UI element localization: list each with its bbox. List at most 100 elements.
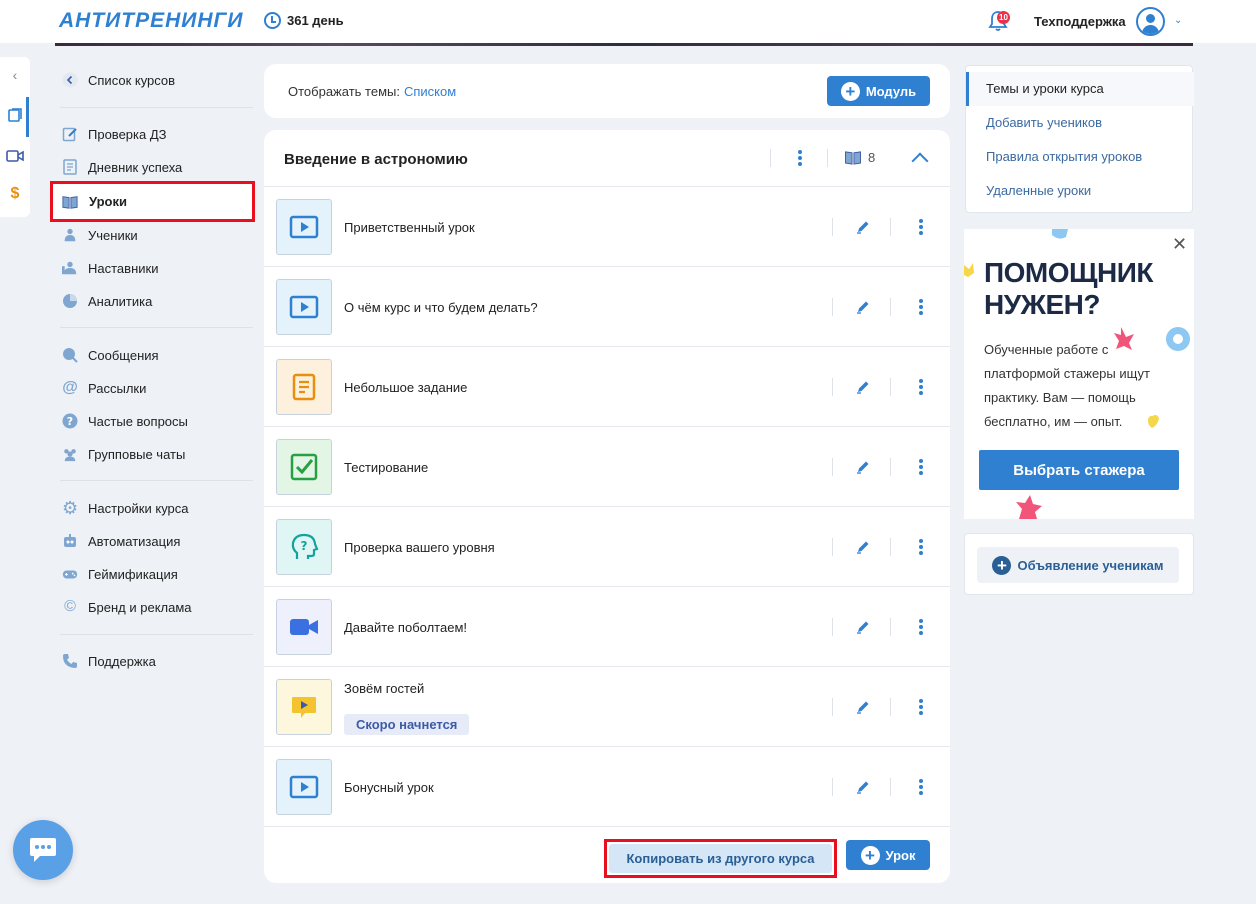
edit-icon[interactable] — [856, 780, 870, 794]
display-mode: Отображать темы: Списком — [288, 84, 456, 99]
nav-item-success-diary[interactable]: Дневник успеха — [50, 152, 255, 182]
chat-icon — [30, 838, 56, 862]
nav-item-support[interactable]: Поддержка — [50, 646, 255, 676]
mentors-icon — [62, 260, 78, 276]
lesson-row[interactable]: Небольшое задание — [264, 347, 950, 427]
gear-icon: ⚙ — [61, 497, 79, 518]
lesson-menu-icon[interactable] — [919, 459, 923, 475]
gamepad-icon — [62, 566, 78, 582]
nav-item-mentors[interactable]: Наставники — [50, 253, 255, 283]
back-to-courses[interactable]: Список курсов — [50, 65, 255, 95]
promo-text: Обученные работе с платформой стажеры ищ… — [984, 342, 1150, 429]
days-counter: 361 день — [264, 12, 344, 29]
video-icon[interactable] — [0, 149, 30, 166]
collapse-arrow-icon[interactable]: ‹ — [0, 67, 30, 83]
lesson-row[interactable]: ? Проверка вашего уровня — [264, 507, 950, 587]
nav-item-analytics[interactable]: Аналитика — [50, 286, 255, 316]
announcement-button[interactable]: + Объявление ученикам — [977, 547, 1179, 583]
announcement-card: + Объявление ученикам — [964, 533, 1194, 595]
choose-intern-button[interactable]: Выбрать стажера — [979, 450, 1179, 490]
lesson-menu-icon[interactable] — [919, 699, 923, 715]
lesson-row[interactable]: Бонусный урок — [264, 747, 950, 827]
svg-text:?: ? — [67, 415, 73, 428]
task-lesson-icon — [276, 359, 332, 415]
edit-icon[interactable] — [856, 540, 870, 554]
lesson-row[interactable]: Приветственный урок — [264, 187, 950, 267]
course-section-menu: Темы и уроки курса Добавить учеников Пра… — [965, 65, 1194, 213]
menu-item-add-students[interactable]: Добавить учеников — [986, 115, 1102, 130]
promo-banner: ✕ ПОМОЩНИК НУЖЕН? Обученные работе с пла… — [964, 229, 1194, 519]
svg-text:?: ? — [301, 539, 308, 553]
header-banner-strip — [55, 43, 1193, 46]
book-icon — [845, 151, 861, 165]
lesson-menu-icon[interactable] — [919, 779, 923, 795]
lesson-row[interactable]: Зовём гостей Скоро начнется — [264, 667, 950, 747]
promo-title-line2: НУЖЕН? — [984, 289, 1100, 320]
menu-item-deleted-lessons[interactable]: Удаленные уроки — [986, 183, 1091, 198]
lesson-menu-icon[interactable] — [919, 619, 923, 635]
nav-item-brand[interactable]: © Бренд и реклама — [50, 592, 255, 622]
menu-item-topics[interactable]: Темы и уроки курса — [986, 81, 1104, 96]
video-lesson-icon — [276, 199, 332, 255]
courses-icon[interactable] — [0, 107, 30, 126]
lesson-count: 8 — [844, 150, 875, 165]
close-icon[interactable]: ✕ — [1172, 234, 1187, 255]
module-menu-icon[interactable] — [798, 150, 802, 166]
edit-icon[interactable] — [856, 460, 870, 474]
nav-item-course-settings[interactable]: ⚙ Настройки курса — [50, 493, 255, 523]
edit-icon[interactable] — [856, 620, 870, 634]
chevron-left-icon — [62, 72, 78, 88]
add-module-button[interactable]: + Модуль — [827, 76, 930, 106]
question-icon: ? — [62, 413, 78, 429]
display-mode-select[interactable]: Списком — [404, 84, 456, 99]
plus-icon: + — [860, 845, 880, 865]
clock-icon — [264, 12, 281, 29]
lesson-menu-icon[interactable] — [919, 379, 923, 395]
nav-item-homework[interactable]: Проверка ДЗ — [50, 119, 255, 149]
nav-item-mailings[interactable]: @ Рассылки — [50, 373, 255, 403]
collapse-chevron-icon[interactable] — [911, 152, 929, 170]
copy-from-course-button[interactable]: Копировать из другого курса — [604, 839, 837, 878]
edit-icon[interactable] — [856, 300, 870, 314]
book-icon — [62, 194, 78, 210]
add-lesson-button[interactable]: + Урок — [846, 840, 930, 870]
lesson-menu-icon[interactable] — [919, 299, 923, 315]
lesson-row[interactable]: Тестирование — [264, 427, 950, 507]
lesson-row[interactable]: Давайте поболтаем! — [264, 587, 950, 667]
robot-icon — [62, 533, 78, 549]
lesson-row[interactable]: О чём курс и что будем делать? — [264, 267, 950, 347]
logo[interactable]: АНТИТРЕНИНГИ — [59, 9, 244, 33]
menu-item-open-rules[interactable]: Правила открытия уроков — [986, 149, 1142, 164]
chevron-down-icon[interactable]: ⌄ — [1174, 15, 1182, 26]
at-icon: @ — [62, 379, 78, 396]
avatar[interactable] — [1136, 7, 1165, 36]
lesson-menu-icon[interactable] — [919, 539, 923, 555]
nav-item-messages[interactable]: Сообщения — [50, 340, 255, 370]
edit-icon[interactable] — [856, 220, 870, 234]
nav-item-group-chats[interactable]: Групповые чаты — [50, 439, 255, 469]
messages-icon — [62, 347, 78, 363]
display-mode-label: Отображать темы: — [288, 84, 400, 99]
students-icon — [62, 227, 78, 243]
nav-item-faq[interactable]: ? Частые вопросы — [50, 406, 255, 436]
edit-icon[interactable] — [856, 380, 870, 394]
nav-item-lessons[interactable]: Уроки — [50, 181, 255, 222]
module-title[interactable]: Введение в астрономию — [284, 151, 468, 168]
nav-item-automation[interactable]: Автоматизация — [50, 526, 255, 556]
edit-icon[interactable] — [856, 700, 870, 714]
plus-icon: + — [992, 555, 1012, 575]
document-icon — [62, 159, 78, 175]
video-lesson-icon — [276, 759, 332, 815]
edit-icon — [62, 126, 78, 142]
promo-title-line1: ПОМОЩНИК — [984, 257, 1153, 288]
nav-item-students[interactable]: Ученики — [50, 220, 255, 250]
days-label: 361 день — [287, 13, 344, 28]
user-name[interactable]: Техподдержка — [1034, 14, 1126, 29]
lesson-menu-icon[interactable] — [919, 219, 923, 235]
chat-button[interactable] — [13, 820, 73, 880]
dollar-icon[interactable]: $ — [0, 185, 30, 203]
copyright-icon: © — [64, 598, 76, 615]
video-lesson-icon — [276, 279, 332, 335]
nav-item-gamification[interactable]: Геймификация — [50, 559, 255, 589]
meeting-lesson-icon — [276, 599, 332, 655]
